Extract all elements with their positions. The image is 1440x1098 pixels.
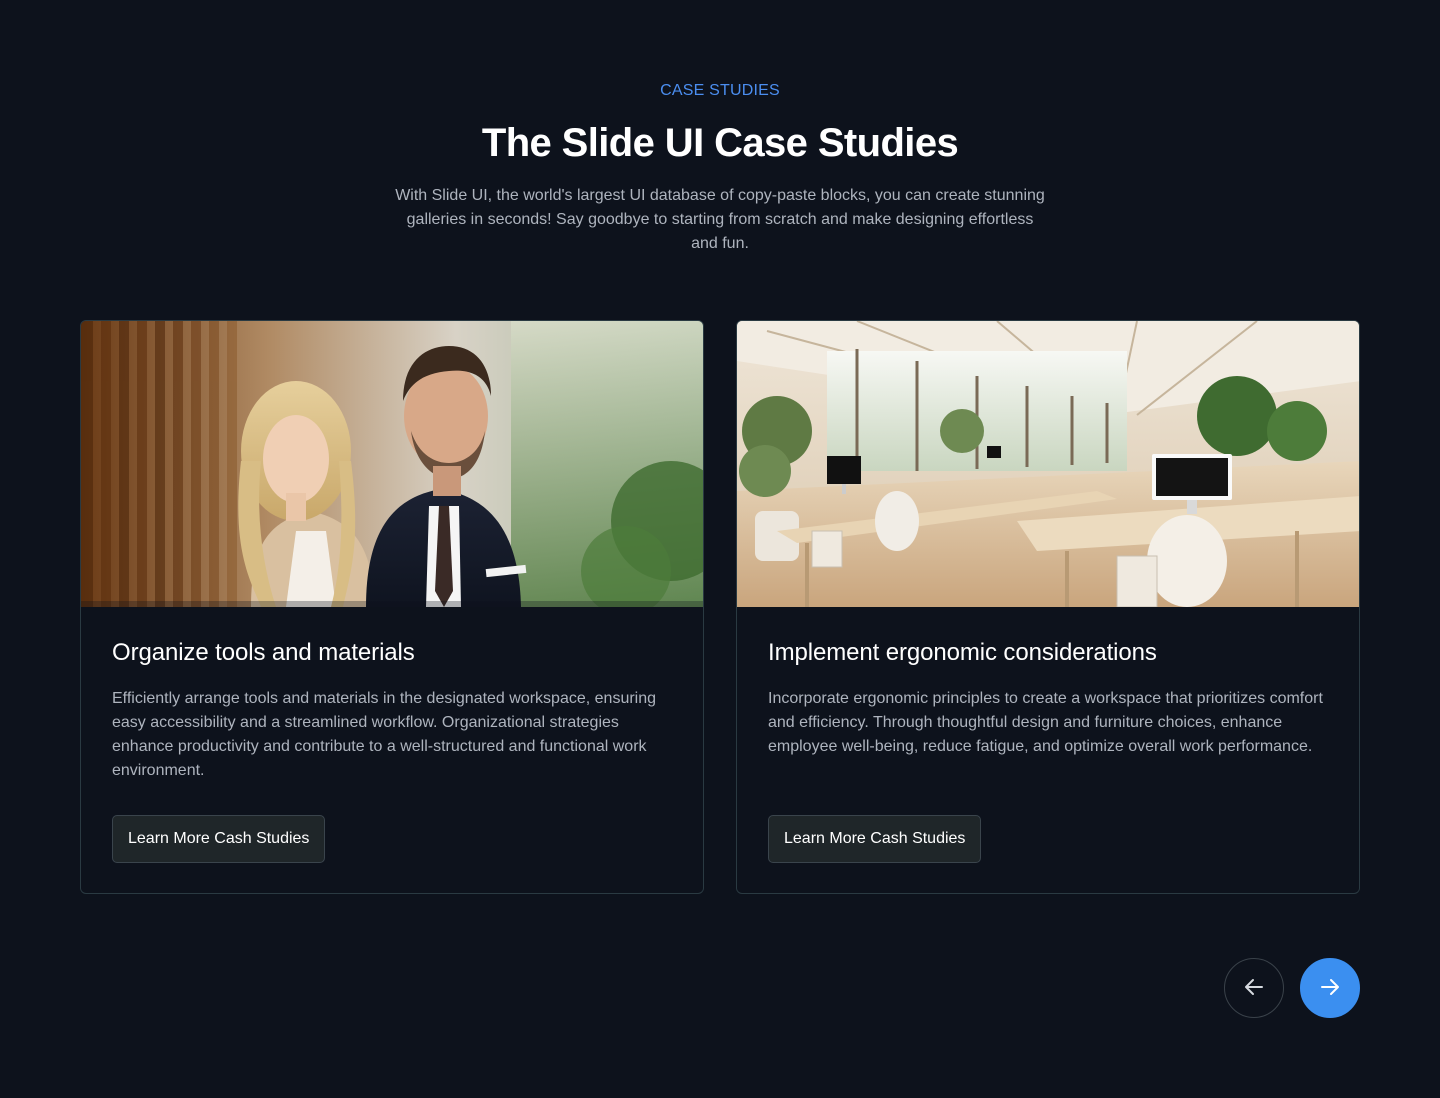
card-description: Efficiently arrange tools and materials … (112, 690, 657, 779)
case-studies-section: CASE STUDIES The Slide UI Case Studies W… (0, 0, 1440, 1098)
section-subtitle: With Slide UI, the world's largest UI da… (395, 187, 1045, 252)
arrow-right-icon (1319, 976, 1341, 1001)
learn-more-button[interactable]: Learn More Cash Studies (768, 815, 982, 863)
card-image-office-workspace (737, 321, 1359, 607)
card-description: Incorporate ergonomic principles to crea… (768, 690, 1323, 755)
card-image-business-people (81, 321, 703, 607)
previous-slide-button[interactable] (1224, 958, 1284, 1018)
case-study-card: Organize tools and materials Efficiently… (80, 320, 704, 894)
card-title: Organize tools and materials (112, 639, 415, 666)
arrow-left-icon (1243, 976, 1265, 1001)
card-title: Implement ergonomic considerations (768, 639, 1157, 666)
section-eyebrow: CASE STUDIES (660, 82, 780, 99)
learn-more-button[interactable]: Learn More Cash Studies (112, 815, 326, 863)
next-slide-button[interactable] (1300, 958, 1360, 1018)
section-title: The Slide UI Case Studies (481, 121, 959, 165)
case-study-card: Implement ergonomic considerations Incor… (736, 320, 1360, 894)
